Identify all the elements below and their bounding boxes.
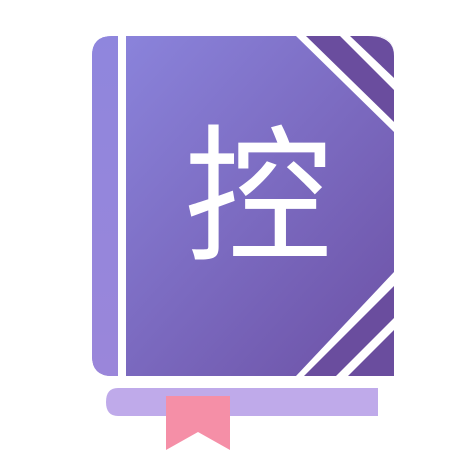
- app-icon: 控: [0, 0, 474, 474]
- book-pages: [92, 372, 388, 428]
- bookmark-ribbon-icon: [166, 396, 230, 450]
- app-glyph: 控: [184, 112, 332, 284]
